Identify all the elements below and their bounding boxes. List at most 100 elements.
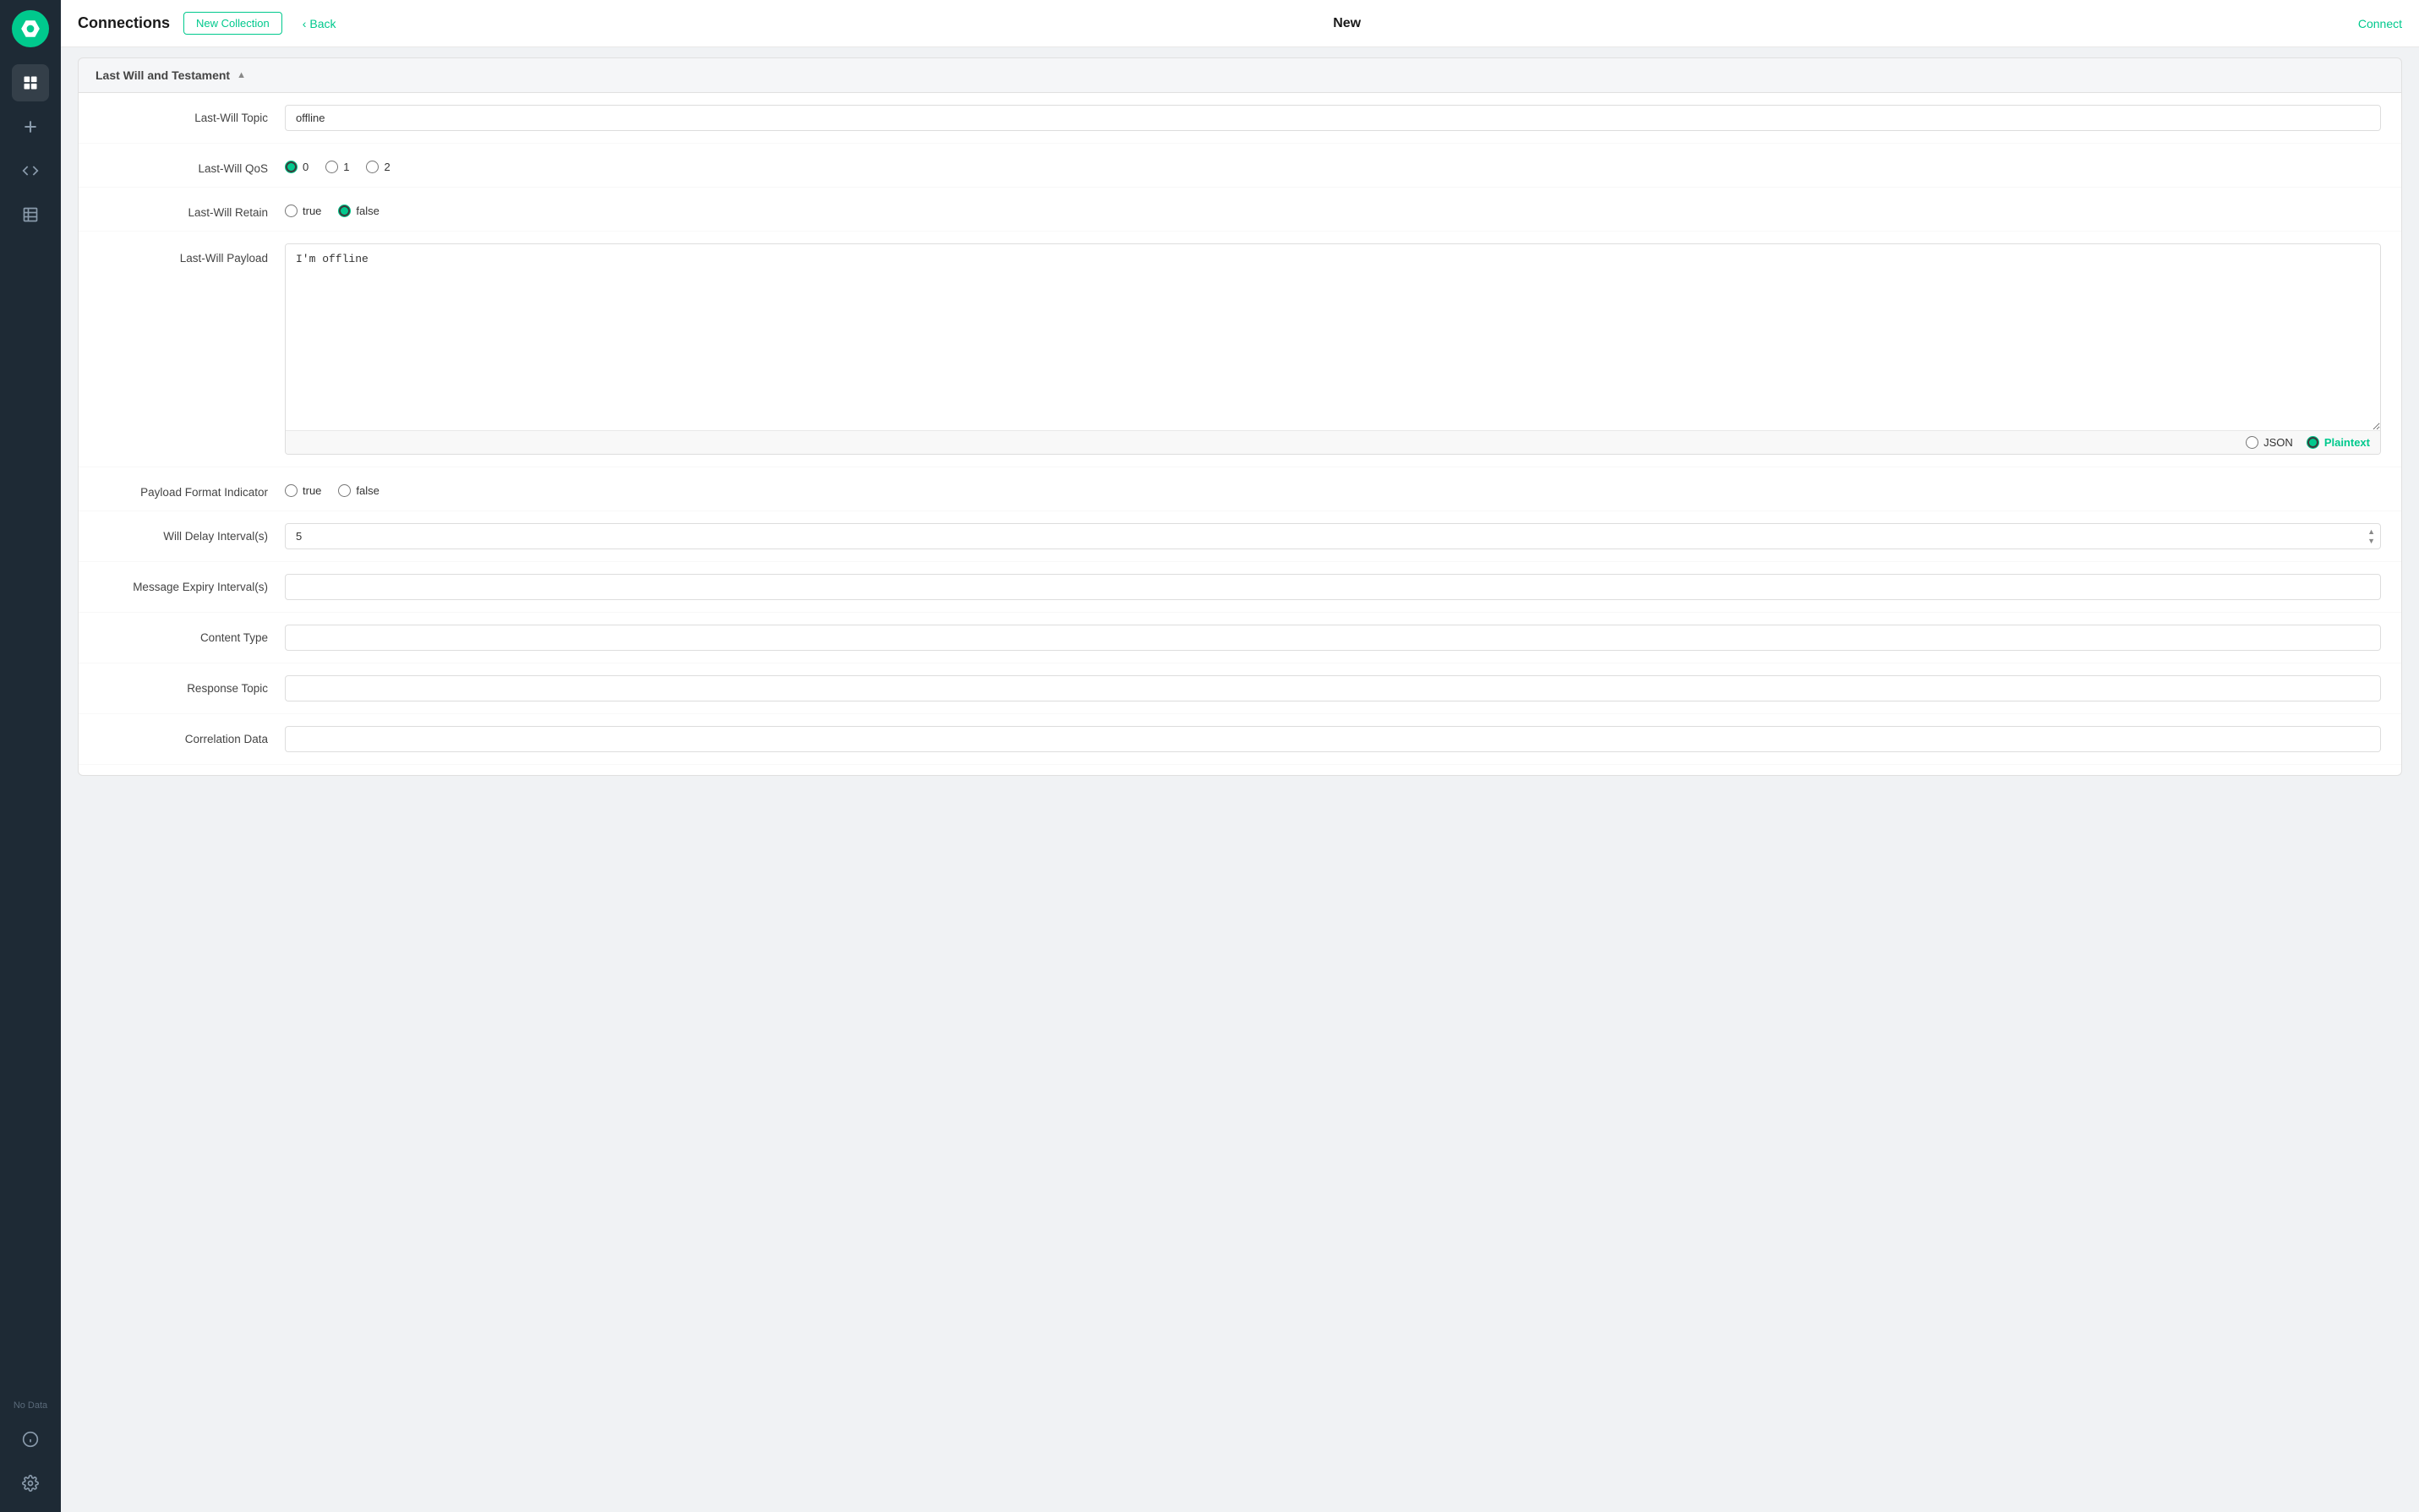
content-area: Last Will and Testament ▲ Last-Will Topi… [61, 47, 2419, 1512]
will-delay-increment[interactable]: ▲ [2363, 527, 2379, 537]
pfi-radio-group: true false [285, 479, 2381, 497]
content-type-label: Content Type [99, 625, 285, 644]
last-will-retain-control: true false [285, 199, 2381, 217]
retain-radio-true[interactable] [285, 205, 298, 217]
last-will-qos-control: 0 1 2 [285, 156, 2381, 173]
response-topic-control [285, 675, 2381, 701]
correlation-data-label: Correlation Data [99, 726, 285, 745]
will-delay-input-wrap: ▲ ▼ [285, 523, 2381, 549]
last-will-retain-row: Last-Will Retain true false [79, 188, 2401, 232]
will-delay-control: ▲ ▼ [285, 523, 2381, 549]
payload-format-indicator-label: Payload Format Indicator [99, 479, 285, 499]
will-delay-input[interactable] [285, 523, 2381, 549]
last-will-retain-label: Last-Will Retain [99, 199, 285, 219]
app-logo[interactable] [12, 10, 49, 47]
qos-option-0[interactable]: 0 [285, 161, 309, 173]
retain-label-true: true [303, 205, 321, 217]
info-icon [22, 1431, 39, 1448]
sidebar-item-add[interactable] [12, 108, 49, 145]
payload-format-indicator-control: true false [285, 479, 2381, 497]
section-header[interactable]: Last Will and Testament ▲ [78, 57, 2402, 93]
pfi-label-true: true [303, 484, 321, 497]
new-collection-button[interactable]: New Collection [183, 12, 282, 35]
settings-icon [22, 1475, 39, 1492]
qos-option-1[interactable]: 1 [325, 161, 349, 173]
pfi-radio-true[interactable] [285, 484, 298, 497]
section-body: Last-Will Topic offline Last-Will QoS 0 [78, 93, 2402, 776]
connect-button[interactable]: Connect [2358, 17, 2402, 30]
section-title: Last Will and Testament [96, 68, 230, 82]
last-will-payload-control: I'm offline JSON Plaintext [285, 243, 2381, 455]
sidebar-item-settings[interactable] [12, 1465, 49, 1502]
will-delay-spinners: ▲ ▼ [2363, 523, 2379, 549]
sidebar-item-code[interactable] [12, 152, 49, 189]
format-label-json: JSON [2263, 436, 2293, 449]
pfi-option-false[interactable]: false [338, 484, 379, 497]
qos-radio-2[interactable] [366, 161, 379, 173]
format-label-plaintext: Plaintext [2324, 436, 2370, 449]
will-delay-label: Will Delay Interval(s) [99, 523, 285, 543]
qos-label-0: 0 [303, 161, 309, 173]
last-will-topic-control: offline [285, 105, 2381, 131]
payload-toolbar: JSON Plaintext [286, 430, 2380, 454]
section-chevron: ▲ [237, 70, 246, 80]
qos-radio-group: 0 1 2 [285, 156, 2381, 173]
last-will-topic-row: Last-Will Topic offline [79, 93, 2401, 144]
last-will-topic-label: Last-Will Topic [99, 105, 285, 124]
content-type-row: Content Type [79, 613, 2401, 663]
logo-icon [19, 18, 41, 40]
content-type-control [285, 625, 2381, 651]
message-expiry-control [285, 574, 2381, 600]
correlation-data-input[interactable] [285, 726, 2381, 752]
sidebar: No Data [0, 0, 61, 1512]
response-topic-label: Response Topic [99, 675, 285, 695]
format-option-plaintext[interactable]: Plaintext [2307, 436, 2370, 449]
response-topic-input[interactable] [285, 675, 2381, 701]
message-expiry-label: Message Expiry Interval(s) [99, 574, 285, 593]
sidebar-item-info[interactable] [12, 1421, 49, 1458]
retain-option-false[interactable]: false [338, 205, 379, 217]
header: Connections New Collection ‹ Back New Co… [61, 0, 2419, 47]
connections-icon [22, 74, 39, 91]
qos-option-2[interactable]: 2 [366, 161, 390, 173]
top-spacer [61, 47, 2419, 57]
retain-radio-group: true false [285, 199, 2381, 217]
pfi-option-true[interactable]: true [285, 484, 321, 497]
payload-textarea[interactable]: I'm offline [286, 244, 2380, 430]
format-radio-json[interactable] [2246, 436, 2258, 449]
no-data-label: No Data [14, 1397, 47, 1414]
qos-radio-0[interactable] [285, 161, 298, 173]
will-delay-decrement[interactable]: ▼ [2363, 537, 2379, 546]
back-chevron: ‹ [303, 17, 307, 30]
retain-label-false: false [356, 205, 379, 217]
will-delay-row: Will Delay Interval(s) ▲ ▼ [79, 511, 2401, 562]
format-option-json[interactable]: JSON [2246, 436, 2293, 449]
pfi-label-false: false [356, 484, 379, 497]
payload-textarea-wrap: I'm offline JSON Plaintext [285, 243, 2381, 455]
retain-option-true[interactable]: true [285, 205, 321, 217]
qos-radio-1[interactable] [325, 161, 338, 173]
retain-radio-false[interactable] [338, 205, 351, 217]
back-button[interactable]: ‹ Back [303, 17, 336, 30]
payload-format-indicator-row: Payload Format Indicator true false [79, 467, 2401, 511]
last-will-qos-label: Last-Will QoS [99, 156, 285, 175]
format-radio-plaintext[interactable] [2307, 436, 2319, 449]
last-will-payload-label: Last-Will Payload [99, 243, 285, 265]
page-title: New [350, 16, 2345, 31]
last-will-payload-row: Last-Will Payload I'm offline JSON Plain… [79, 232, 2401, 467]
page-header-title: Connections [78, 14, 170, 32]
back-label: Back [309, 17, 336, 30]
correlation-data-row: Correlation Data [79, 714, 2401, 765]
correlation-data-control [285, 726, 2381, 752]
qos-label-2: 2 [384, 161, 390, 173]
content-type-input[interactable] [285, 625, 2381, 651]
pfi-radio-false[interactable] [338, 484, 351, 497]
sidebar-item-data[interactable] [12, 196, 49, 233]
sidebar-item-connections[interactable] [12, 64, 49, 101]
message-expiry-input[interactable] [285, 574, 2381, 600]
last-will-qos-row: Last-Will QoS 0 1 2 [79, 144, 2401, 188]
response-topic-row: Response Topic [79, 663, 2401, 714]
add-icon [22, 118, 39, 135]
last-will-topic-input[interactable]: offline [285, 105, 2381, 131]
main-area: Connections New Collection ‹ Back New Co… [61, 0, 2419, 1512]
